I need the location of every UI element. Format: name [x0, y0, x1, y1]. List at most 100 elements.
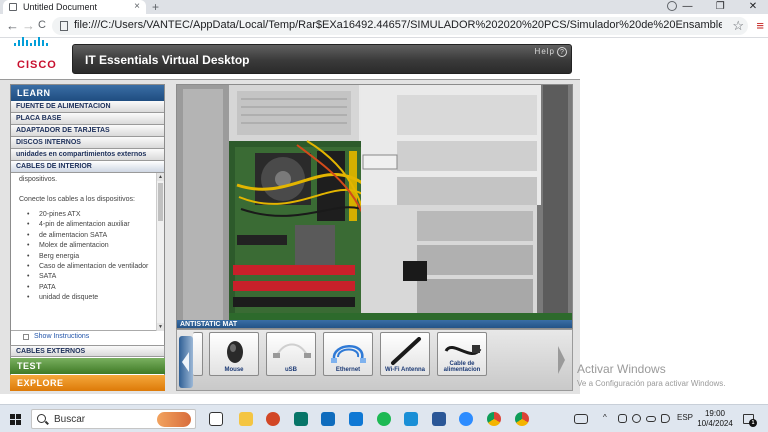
tray-item-ethernet[interactable]: Ethernet: [323, 332, 373, 376]
app-title-bar: IT Essentials Virtual Desktop Help ?: [72, 44, 572, 74]
keyboard-icon[interactable]: [574, 414, 588, 424]
onedrive-icon[interactable]: [618, 414, 627, 423]
tray-item-mouse[interactable]: Mouse: [209, 332, 259, 376]
app-title: IT Essentials Virtual Desktop: [85, 53, 250, 67]
tray-item-label: uSB: [285, 367, 297, 373]
section-discos[interactable]: DISCOS INTERNOS: [11, 137, 164, 149]
help-link[interactable]: Help: [535, 47, 555, 56]
new-tab-button[interactable]: +: [152, 0, 159, 14]
mouse-icon: [227, 341, 243, 363]
chrome-active-icon[interactable]: [515, 412, 529, 426]
spotify-icon[interactable]: [377, 412, 391, 426]
network-icon[interactable]: [632, 414, 641, 423]
maximize-button[interactable]: ❐: [705, 0, 735, 14]
tray-item-partial[interactable]: [193, 332, 203, 376]
ethernet-cable-icon: [331, 345, 366, 363]
browser-tab[interactable]: Untitled Document ×: [3, 0, 146, 14]
help-icon[interactable]: ?: [557, 47, 567, 57]
pc-interior-image[interactable]: [177, 85, 573, 329]
powerpoint-icon[interactable]: [266, 412, 280, 426]
section-cables-interior[interactable]: CABLES DE INTERIOR: [11, 161, 164, 173]
scroll-thumb[interactable]: [158, 183, 163, 221]
search-highlight-icon: [157, 412, 191, 427]
address-bar[interactable]: file:///C:/Users/VANTEC/AppData/Local/Te…: [52, 17, 748, 35]
scroll-down-button[interactable]: ▼: [157, 323, 164, 331]
taskbar-search[interactable]: Buscar: [31, 409, 196, 429]
list-item: Molex de alimentacion: [25, 241, 153, 252]
browser-tab-strip: Untitled Document × + — ❐ ✕: [0, 0, 768, 14]
explore-tab[interactable]: EXPLORE: [10, 375, 165, 391]
battery-icon[interactable]: [646, 416, 656, 422]
close-window-button[interactable]: ✕: [738, 0, 768, 14]
section-unidades-externas[interactable]: unidades en compartimientos externos: [11, 149, 164, 161]
tray-chevron-icon[interactable]: ^: [603, 413, 607, 422]
window-controls: — ❐ ✕: [672, 0, 768, 14]
screen: Untitled Document × + — ❐ ✕ ← → C file:/…: [0, 0, 768, 432]
tray-item-label: Ethernet: [335, 367, 361, 373]
tray-item-usb[interactable]: uSB: [266, 332, 316, 376]
menu-icon[interactable]: ≡: [756, 18, 764, 33]
section-fuente[interactable]: FUENTE DE ALIMENTACION: [11, 101, 164, 113]
section-placa-base[interactable]: PLACA BASE: [11, 113, 164, 125]
usb-cable-icon: [273, 343, 311, 358]
antenna-icon: [391, 337, 421, 365]
list-item: PATA: [25, 283, 153, 294]
star-icon[interactable]: ☆: [732, 18, 744, 34]
minimize-button[interactable]: —: [672, 0, 702, 14]
tray-item-power-cable[interactable]: Cable de alimentacion: [437, 332, 487, 376]
section-cables-externos[interactable]: CABLES EXTERNOS: [10, 345, 165, 357]
learn-header[interactable]: LEARN: [11, 85, 164, 101]
intro-text: dispositivos.: [19, 176, 58, 183]
back-icon[interactable]: ←: [6, 18, 19, 33]
app-grid-icon[interactable]: [404, 412, 418, 426]
show-instructions-label[interactable]: Show Instructions: [34, 333, 89, 340]
publisher-icon[interactable]: [294, 412, 308, 426]
show-instructions-checkbox[interactable]: [23, 334, 29, 340]
pc-case-viewer: ANTISTATIC MAT: [176, 84, 573, 329]
list-item: 4-pin de alimentacion auxiliar: [25, 220, 153, 231]
test-tab[interactable]: TEST: [10, 358, 165, 374]
tray-item-wifi-antenna[interactable]: Wi-Fi Antenna: [380, 332, 430, 376]
notification-icon[interactable]: 1: [743, 414, 757, 427]
address-url[interactable]: file:///C:/Users/VANTEC/AppData/Local/Te…: [74, 19, 722, 31]
language-indicator[interactable]: ESP: [677, 413, 693, 422]
list-item: Caso de alimentacion de ventilador: [25, 262, 153, 273]
activation-watermark-title: Activar Windows: [577, 362, 666, 376]
content-scrollbar[interactable]: ▲ ▼: [156, 173, 164, 331]
file-icon: [9, 3, 17, 11]
tray-scroll-right-button[interactable]: [556, 336, 568, 388]
tray-scroll-left-button[interactable]: [179, 336, 193, 388]
search-placeholder[interactable]: Buscar: [54, 414, 85, 425]
cisco-logo-text: CISCO: [17, 59, 57, 71]
clock[interactable]: 19:00 10/4/2024: [693, 409, 737, 429]
search-icon: [37, 414, 46, 423]
tray-item-label: Cable de alimentacion: [443, 361, 481, 373]
mail-icon[interactable]: [349, 412, 363, 426]
zoom-icon[interactable]: [459, 412, 473, 426]
windows-logo-icon[interactable]: [10, 414, 21, 425]
tray-item-label: Mouse: [224, 367, 244, 373]
desktop-background: [580, 38, 768, 394]
taskbar: Buscar ^ ESP 19:00 10/4/2024 1: [0, 404, 768, 432]
list-item: Berg energia: [25, 252, 153, 263]
instruction-text: Conecte los cables a los dispositivos:: [19, 196, 135, 203]
file-icon: [60, 21, 68, 31]
chrome-icon[interactable]: [487, 412, 501, 426]
tray-item-label: Wi-Fi Antenna: [384, 367, 426, 373]
cable-list: 20-pines ATX 4-pin de alimentacion auxil…: [25, 210, 153, 304]
scroll-up-button[interactable]: ▲: [157, 173, 164, 181]
tab-close-button[interactable]: ×: [134, 1, 140, 12]
section-adaptador[interactable]: ADAPTADOR DE TARJETAS: [11, 125, 164, 137]
volume-icon[interactable]: [661, 414, 670, 423]
list-item: SATA: [25, 272, 153, 283]
simulator-app: CISCO IT Essentials Virtual Desktop Help…: [0, 37, 580, 394]
task-view-icon[interactable]: [209, 412, 223, 426]
component-tray: Mouse uSB Ethernet Wi-Fi Antenna Cable d…: [176, 329, 573, 391]
forward-icon[interactable]: →: [22, 18, 35, 33]
show-instructions[interactable]: Show Instructions: [11, 333, 164, 342]
browser-toolbar: ← → C file:///C:/Users/VANTEC/AppData/Lo…: [0, 14, 768, 38]
reload-icon[interactable]: C: [38, 19, 46, 31]
outlook-icon[interactable]: [321, 412, 335, 426]
file-explorer-icon[interactable]: [239, 412, 253, 426]
word-icon[interactable]: [432, 412, 446, 426]
